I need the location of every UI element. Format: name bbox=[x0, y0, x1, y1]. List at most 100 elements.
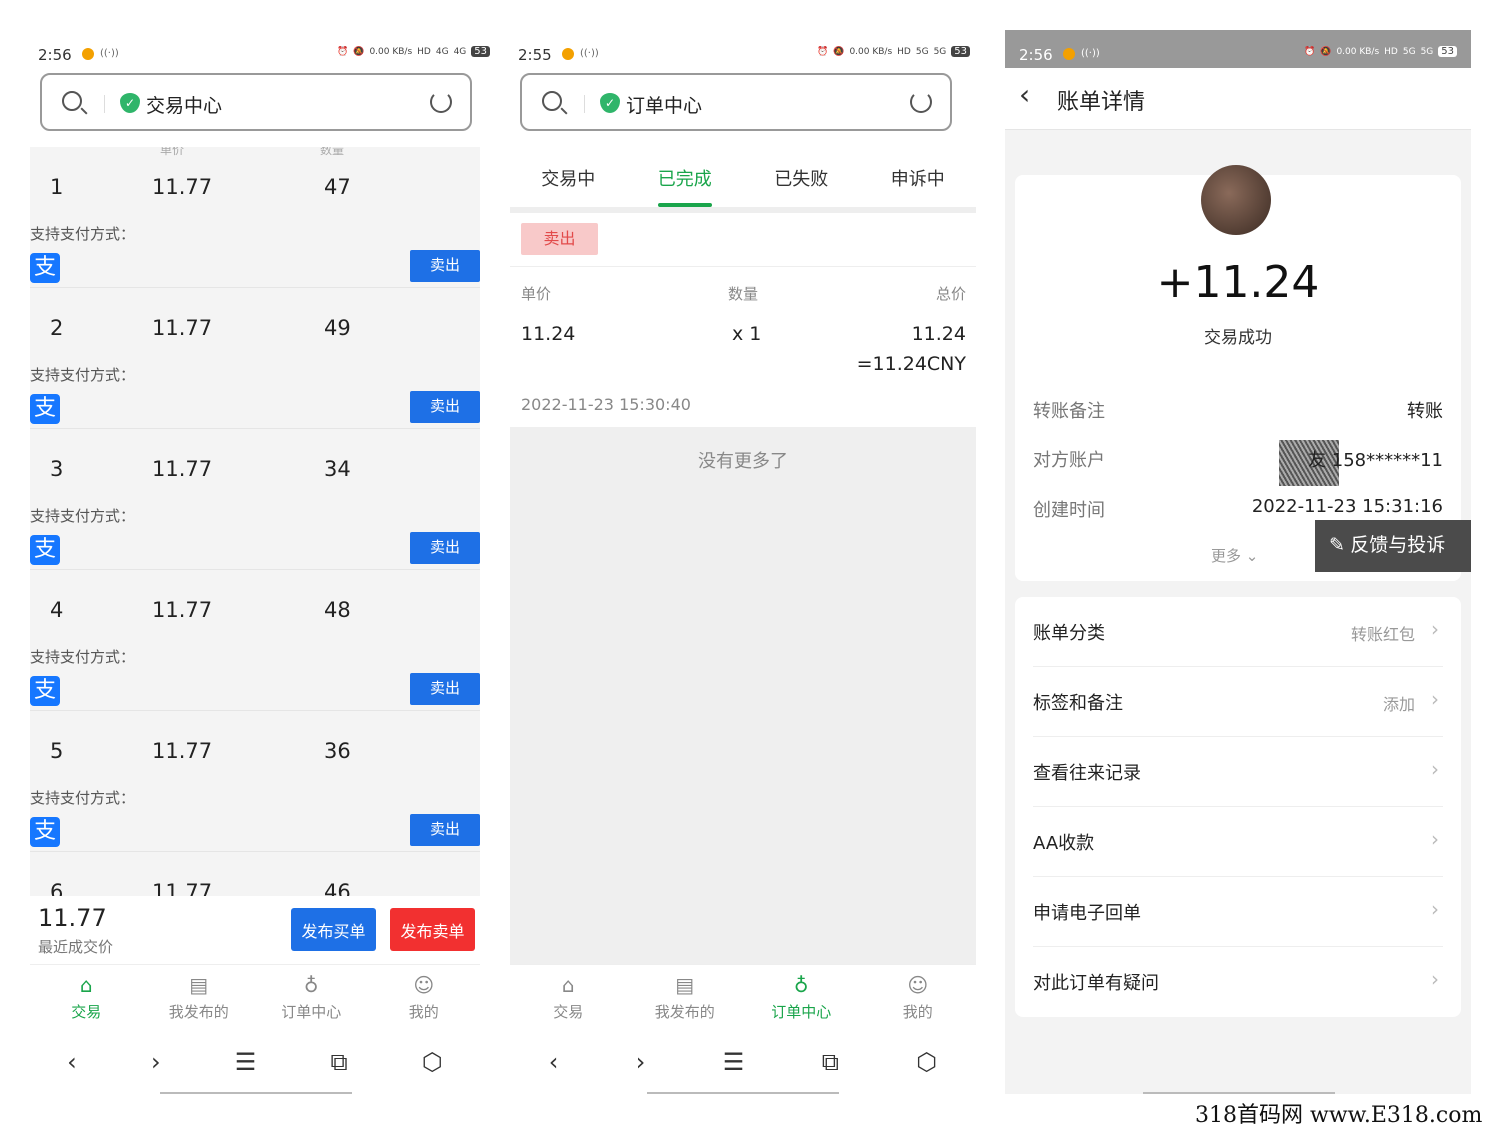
net-speed: 0.00 KB/s bbox=[369, 46, 413, 57]
post-buy-button[interactable]: 发布买单 bbox=[291, 908, 376, 951]
refresh-icon[interactable] bbox=[910, 91, 932, 113]
menu-item-question[interactable]: 对此订单有疑问 › bbox=[1033, 947, 1443, 1017]
menu-item-tags[interactable]: 标签和备注 添加 › bbox=[1033, 667, 1443, 737]
order-card[interactable]: 卖出 单价 数量 总价 11.24 x 1 11.24 =11.24CNY 20… bbox=[510, 213, 976, 427]
chevron-right-icon: › bbox=[1431, 897, 1439, 921]
home-button-icon[interactable]: ⬡ bbox=[422, 1048, 443, 1076]
mute-icon: 🔕 bbox=[1320, 46, 1332, 57]
edit-icon: ✎ bbox=[1329, 535, 1345, 556]
tab-trading[interactable]: 交易中 bbox=[510, 147, 627, 207]
post-sell-button[interactable]: 发布卖单 bbox=[390, 908, 475, 951]
home-button-icon[interactable]: ⬡ bbox=[916, 1048, 937, 1076]
col-header-qty: 数量 bbox=[320, 147, 345, 157]
row-price: 11.77 bbox=[152, 316, 213, 340]
order-datetime: 2022-11-23 15:30:40 bbox=[521, 395, 691, 414]
hotspot-icon: ((·)) bbox=[100, 48, 119, 59]
sell-order-list[interactable]: 单价 数量 1 11.77 47 支持支付方式： 支 卖出 2 11.77 49… bbox=[30, 147, 480, 896]
refresh-icon[interactable] bbox=[430, 91, 452, 113]
tab-my-posts[interactable]: ▤ 我发布的 bbox=[627, 965, 744, 1030]
tab-label: 交易 bbox=[71, 1003, 102, 1021]
money-bag-icon: ♁ bbox=[793, 973, 809, 997]
hd-icon: HD bbox=[897, 46, 911, 57]
tab-trade[interactable]: ⌂ 交易 bbox=[510, 965, 627, 1030]
bill-actions-card: 账单分类 转账红包 › 标签和备注 添加 › 查看往来记录 › AA收款 › 申… bbox=[1015, 597, 1461, 1017]
browser-nav: ‹ › ☰ ⧉ ⬡ bbox=[30, 1030, 480, 1094]
menu-item-aa[interactable]: AA收款 › bbox=[1033, 807, 1443, 877]
tab-completed[interactable]: 已完成 bbox=[627, 147, 744, 207]
money-bag-icon: ♁ bbox=[303, 973, 319, 997]
address-bar[interactable]: ✓ 交易中心 bbox=[40, 73, 472, 131]
back-arrow-icon[interactable]: ‹ bbox=[1019, 78, 1030, 111]
sell-button[interactable]: 卖出 bbox=[410, 250, 480, 282]
header-qty: 数量 bbox=[728, 285, 759, 303]
alipay-icon: 支 bbox=[30, 535, 60, 565]
tab-mine[interactable]: ☺ 我的 bbox=[368, 965, 481, 1030]
tabs-icon[interactable]: ⧉ bbox=[331, 1048, 348, 1076]
watermark: 318首码网 www.E318.com bbox=[1195, 1103, 1483, 1128]
row-qty: 48 bbox=[324, 598, 351, 622]
tab-label: 我发布的 bbox=[654, 1003, 715, 1021]
tab-mine[interactable]: ☺ 我的 bbox=[860, 965, 977, 1030]
account-value: 友 158******11 bbox=[1308, 450, 1443, 471]
mute-icon: 🔕 bbox=[353, 46, 365, 57]
alipay-icon: 支 bbox=[30, 817, 60, 847]
forward-icon[interactable]: › bbox=[151, 1048, 161, 1076]
list-item: 3 11.77 34 支持支付方式： 支 卖出 bbox=[30, 429, 480, 570]
home-icon: ⌂ bbox=[561, 973, 575, 997]
menu-icon[interactable]: ☰ bbox=[723, 1048, 745, 1076]
battery-icon: 53 bbox=[1438, 46, 1457, 57]
sell-button[interactable]: 卖出 bbox=[410, 673, 480, 705]
row-index: 6 bbox=[50, 880, 64, 896]
header-total: 总价 bbox=[935, 285, 966, 303]
sell-button[interactable]: 卖出 bbox=[410, 532, 480, 564]
tab-label: 我的 bbox=[408, 1003, 439, 1021]
tabs-icon[interactable]: ⧉ bbox=[822, 1048, 839, 1076]
menu-item-category[interactable]: 账单分类 转账红包 › bbox=[1033, 597, 1443, 667]
tab-label: 我的 bbox=[902, 1003, 933, 1021]
header: ‹ 账单详情 bbox=[1005, 68, 1471, 130]
home-indicator bbox=[1143, 1092, 1335, 1094]
tab-failed[interactable]: 已失败 bbox=[743, 147, 860, 207]
trade-center-screen: 2:56 ((·)) ⏰ 🔕 0.00 KB/s HD 4G 4G 53 ✓ 交… bbox=[30, 30, 496, 1094]
last-price-bar: 11.77 最近成交价 发布买单 发布卖单 bbox=[30, 896, 480, 964]
feedback-button[interactable]: ✎ 反馈与投诉 bbox=[1315, 520, 1471, 572]
tab-trade[interactable]: ⌂ 交易 bbox=[30, 965, 143, 1030]
bottom-tab-bar: ⌂ 交易 ▤ 我发布的 ♁ 订单中心 ☺ 我的 bbox=[510, 964, 976, 1030]
menu-label: AA收款 bbox=[1033, 833, 1095, 854]
divider bbox=[510, 266, 976, 267]
menu-item-receipt[interactable]: 申请电子回单 › bbox=[1033, 877, 1443, 947]
status-right: ⏰ 🔕 0.00 KB/s HD 4G 4G 53 bbox=[337, 46, 490, 57]
alipay-icon: 支 bbox=[30, 676, 60, 706]
order-status-tabs: 交易中 已完成 已失败 申诉中 bbox=[510, 147, 976, 207]
net-speed: 0.00 KB/s bbox=[849, 46, 893, 57]
address-bar[interactable]: ✓ 订单中心 bbox=[520, 73, 952, 131]
more-label: 更多 bbox=[1211, 547, 1242, 565]
tab-orders[interactable]: ♁ 订单中心 bbox=[255, 965, 368, 1030]
search-icon[interactable] bbox=[542, 91, 562, 111]
more-toggle[interactable]: 更多 ⌄ bbox=[1211, 545, 1258, 566]
tab-orders[interactable]: ♁ 订单中心 bbox=[743, 965, 860, 1030]
sell-button[interactable]: 卖出 bbox=[410, 391, 480, 423]
weibo-icon bbox=[562, 48, 574, 60]
status-time: 2:56 bbox=[38, 46, 72, 64]
tab-my-posts[interactable]: ▤ 我发布的 bbox=[143, 965, 256, 1030]
menu-icon[interactable]: ☰ bbox=[235, 1048, 257, 1076]
signal-1: 5G bbox=[1402, 46, 1416, 57]
remark-label: 转账备注 bbox=[1033, 401, 1105, 422]
forward-icon[interactable]: › bbox=[636, 1048, 646, 1076]
pay-method-label: 支持支付方式： bbox=[30, 366, 136, 384]
sell-button[interactable]: 卖出 bbox=[410, 814, 480, 846]
signal-2: 5G bbox=[1420, 46, 1434, 57]
hd-icon: HD bbox=[417, 46, 431, 57]
menu-item-history[interactable]: 查看往来记录 › bbox=[1033, 737, 1443, 807]
search-icon[interactable] bbox=[62, 91, 82, 111]
last-price-label: 最近成交价 bbox=[38, 938, 114, 956]
tab-appeal[interactable]: 申诉中 bbox=[860, 147, 977, 207]
order-total: 11.24 bbox=[911, 323, 966, 345]
back-icon[interactable]: ‹ bbox=[67, 1048, 77, 1076]
back-icon[interactable]: ‹ bbox=[549, 1048, 559, 1076]
account-label: 对方账户 bbox=[1033, 450, 1105, 471]
order-qty: x 1 bbox=[732, 323, 762, 345]
bill-detail-screen: 2:56 ((·)) ⏰ 🔕 0.00 KB/s HD 5G 5G 53 ‹ 账… bbox=[1005, 30, 1471, 1094]
user-icon: ☺ bbox=[413, 973, 435, 997]
